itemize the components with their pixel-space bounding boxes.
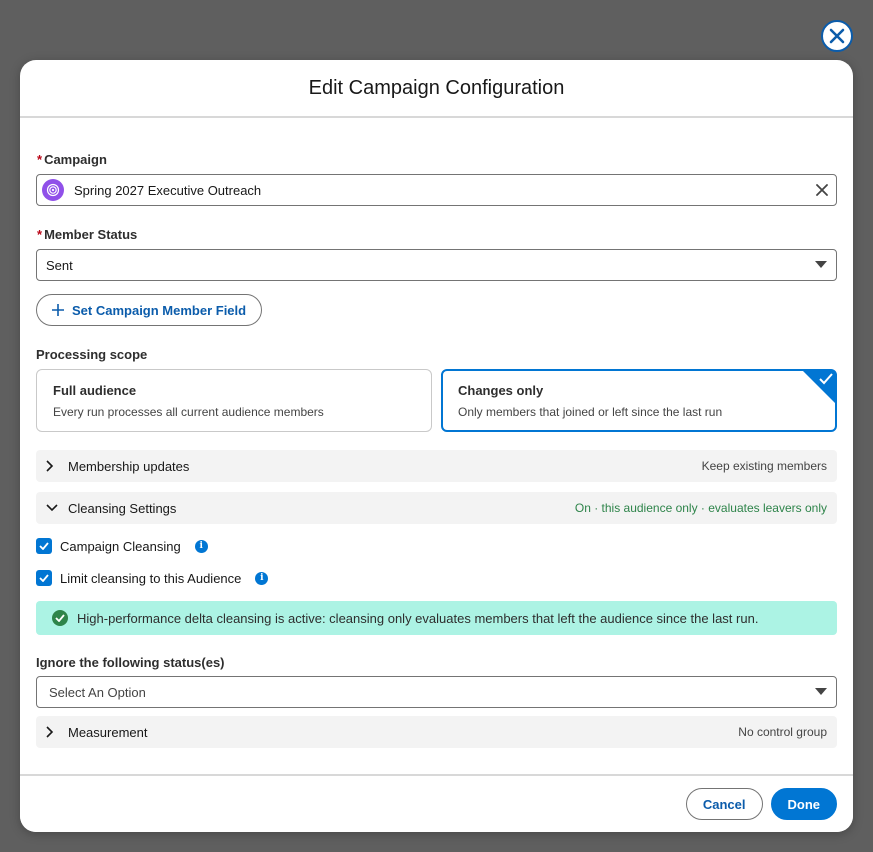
campaign-cleansing-option: Campaign Cleansing i bbox=[36, 538, 208, 554]
set-field-label: Set Campaign Member Field bbox=[72, 302, 247, 318]
delta-cleansing-alert: High-performance delta cleansing is acti… bbox=[36, 601, 837, 635]
modal-body: * Campaign Spring 2027 Executive Outreach… bbox=[20, 118, 853, 774]
campaign-icon bbox=[42, 179, 64, 201]
limit-cleansing-option: Limit cleansing to this Audience i bbox=[36, 570, 269, 586]
modal-header: Edit Campaign Configuration bbox=[20, 60, 853, 118]
scope-option-description: Only members that joined or left since t… bbox=[458, 405, 723, 419]
set-campaign-member-field-button[interactable]: Set Campaign Member Field bbox=[36, 294, 263, 326]
campaign-cleansing-checkbox[interactable] bbox=[36, 538, 52, 554]
check-icon bbox=[39, 574, 49, 582]
scope-option-title: Changes only bbox=[458, 383, 544, 398]
section-measurement[interactable]: Measurement No control group bbox=[36, 716, 837, 748]
section-cleansing-settings[interactable]: Cleansing Settings On · this audience on… bbox=[36, 492, 837, 524]
scope-option-full-audience[interactable]: Full audience Every run processes all cu… bbox=[36, 369, 432, 432]
chevron-down-icon bbox=[815, 688, 827, 696]
chevron-down-icon bbox=[815, 261, 827, 269]
alert-text: High-performance delta cleansing is acti… bbox=[77, 610, 759, 626]
modal-footer: Cancel Done bbox=[20, 774, 853, 832]
campaign-label: * Campaign bbox=[37, 152, 107, 167]
ignore-status-placeholder: Select An Option bbox=[49, 684, 146, 700]
section-label: Membership updates bbox=[68, 458, 190, 474]
campaign-cleansing-label: Campaign Cleansing bbox=[60, 538, 181, 554]
check-icon bbox=[819, 373, 833, 385]
chevron-right-icon bbox=[46, 726, 62, 738]
selected-indicator bbox=[803, 371, 835, 403]
section-summary: No control group bbox=[738, 725, 827, 739]
section-label: Measurement bbox=[68, 724, 148, 740]
section-summary: On · this audience only · evaluates leav… bbox=[574, 501, 827, 515]
clear-campaign-button[interactable] bbox=[816, 184, 828, 196]
processing-scope-label: Processing scope bbox=[36, 347, 148, 362]
cancel-button[interactable]: Cancel bbox=[685, 788, 763, 820]
member-status-label: * Member Status bbox=[37, 227, 137, 242]
required-mark: * bbox=[37, 227, 43, 242]
ignore-status-select[interactable]: Select An Option bbox=[36, 676, 837, 708]
campaign-value: Spring 2027 Executive Outreach bbox=[74, 182, 262, 198]
section-summary: Keep existing members bbox=[701, 459, 827, 473]
scope-option-description: Every run processes all current audience… bbox=[53, 405, 324, 419]
campaign-lookup-input[interactable]: Spring 2027 Executive Outreach bbox=[36, 174, 837, 206]
close-icon bbox=[829, 28, 845, 44]
required-mark: * bbox=[37, 152, 43, 167]
success-icon bbox=[52, 610, 68, 626]
member-status-select[interactable]: Sent bbox=[36, 249, 837, 281]
campaign-label-text: Campaign bbox=[44, 152, 107, 167]
clear-icon bbox=[816, 184, 828, 196]
add-icon bbox=[52, 304, 64, 316]
chevron-down-icon bbox=[46, 504, 62, 512]
info-icon[interactable]: i bbox=[194, 539, 208, 553]
info-icon[interactable]: i bbox=[255, 571, 269, 585]
member-status-value: Sent bbox=[46, 257, 73, 273]
modal-title: Edit Campaign Configuration bbox=[308, 76, 565, 99]
section-membership-updates[interactable]: Membership updates Keep existing members bbox=[36, 450, 837, 482]
limit-cleansing-checkbox[interactable] bbox=[36, 570, 52, 586]
chevron-right-icon bbox=[46, 460, 62, 472]
close-modal-button[interactable] bbox=[821, 20, 853, 52]
edit-campaign-modal: Edit Campaign Configuration * Campaign Sp… bbox=[20, 60, 853, 832]
member-status-label-text: Member Status bbox=[44, 227, 138, 242]
limit-cleansing-label: Limit cleansing to this Audience bbox=[60, 570, 242, 586]
section-label: Cleansing Settings bbox=[68, 500, 177, 516]
done-button[interactable]: Done bbox=[770, 788, 837, 820]
scope-option-title: Full audience bbox=[53, 383, 137, 398]
check-icon bbox=[39, 542, 49, 550]
ignore-status-label: Ignore the following status(es) bbox=[36, 655, 225, 670]
scope-option-changes-only[interactable]: Changes only Only members that joined or… bbox=[441, 369, 837, 432]
